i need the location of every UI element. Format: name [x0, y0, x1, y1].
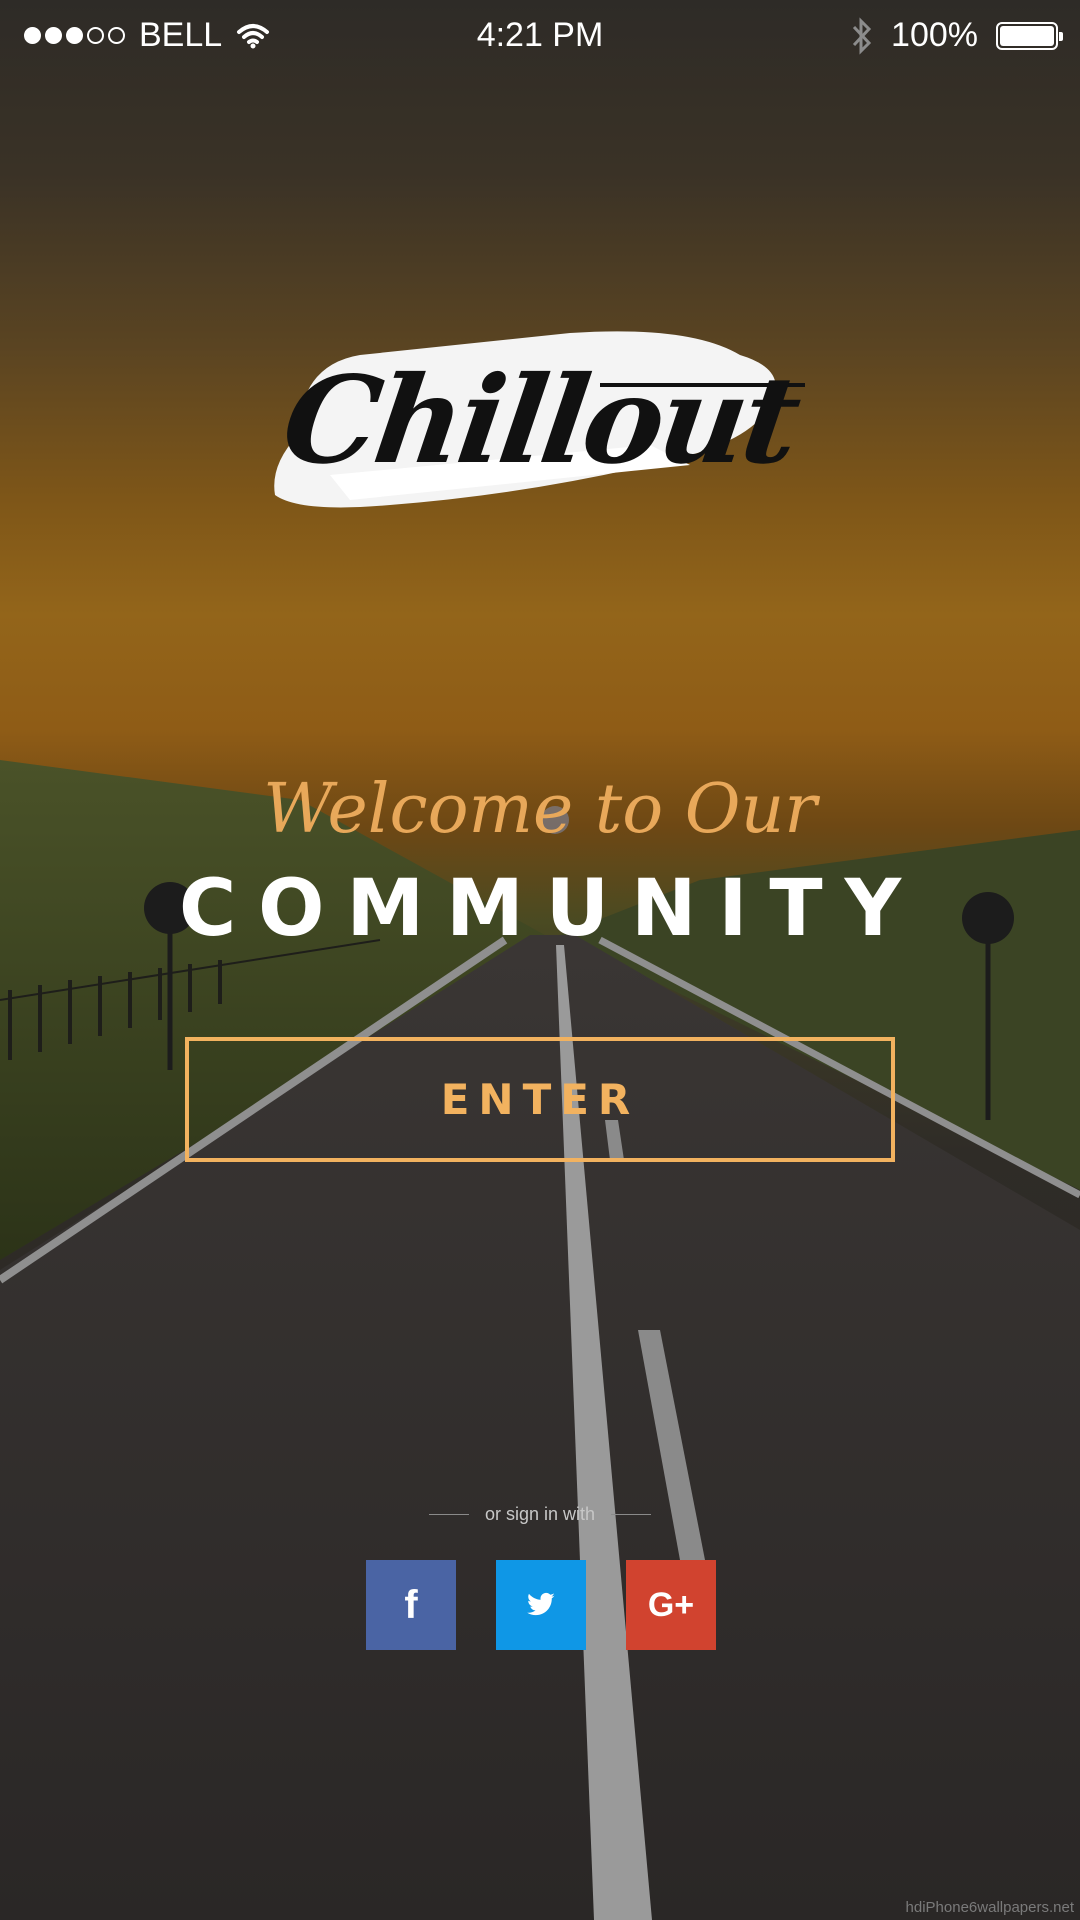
sign-in-text: or sign in with	[484, 1504, 596, 1524]
enter-button-label: ENTER	[440, 1075, 640, 1124]
battery-icon	[996, 21, 1063, 50]
sign-in-divider: or sign in with	[0, 1504, 1080, 1525]
google-plus-button[interactable]: G+	[626, 1560, 716, 1650]
watermark-text: hdiPhone6wallpapers.net	[905, 1899, 1074, 1916]
twitter-button[interactable]	[496, 1560, 586, 1650]
enter-button[interactable]: ENTER	[185, 1037, 895, 1162]
status-bar: BELL 4:21 PM 100%	[0, 0, 1080, 72]
facebook-button[interactable]: f	[366, 1560, 456, 1650]
google-plus-icon: G+	[647, 1585, 695, 1624]
twitter-icon	[527, 1592, 555, 1616]
status-right: 100%	[851, 16, 1063, 55]
logo-text: Chillout	[274, 349, 806, 491]
community-headline: COMMUNITY	[178, 864, 924, 954]
social-buttons: f G+	[366, 1560, 716, 1650]
battery-percent: 100%	[891, 16, 978, 54]
divider-line-left	[428, 1514, 469, 1515]
app-screen: BELL 4:21 PM 100% Chillout Welcome to Ou…	[0, 0, 1080, 1920]
bluetooth-icon	[852, 16, 872, 55]
facebook-icon: f	[404, 1582, 418, 1627]
chillout-logo: Chillout	[270, 325, 810, 515]
divider-line-right	[611, 1514, 652, 1515]
welcome-text: Welcome to Our	[263, 770, 817, 849]
